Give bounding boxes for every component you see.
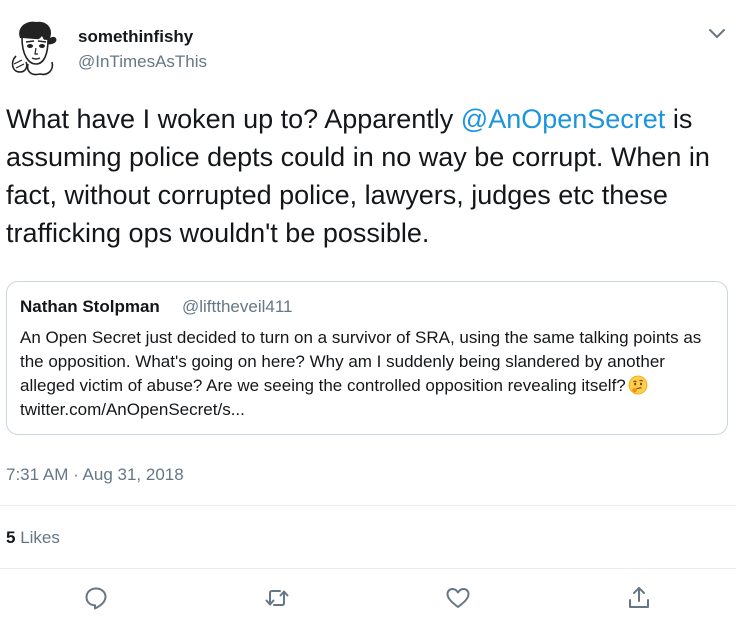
- author-handle[interactable]: @InTimesAsThis: [78, 52, 207, 72]
- mention-link[interactable]: @AnOpenSecret: [461, 104, 666, 134]
- quoted-tweet-link[interactable]: twitter.com/AnOpenSecret/s...: [20, 400, 245, 419]
- tweet-timestamp[interactable]: 7:31 AM · Aug 31, 2018: [6, 465, 184, 485]
- reply-button[interactable]: [80, 584, 112, 616]
- quoted-text-body: An Open Secret just decided to turn on a…: [20, 328, 702, 395]
- quoted-tweet-text: An Open Secret just decided to turn on a…: [20, 326, 710, 422]
- divider: [0, 505, 736, 506]
- reply-icon: [82, 584, 110, 617]
- author-display-name[interactable]: somethinfishy: [78, 27, 193, 47]
- divider: [0, 568, 736, 569]
- quoted-author-handle: @lifttheveil411: [182, 297, 293, 316]
- tweet-text: What have I woken up to? Apparently @AnO…: [6, 100, 730, 252]
- heart-icon: [444, 584, 472, 617]
- chevron-down-icon[interactable]: [707, 26, 727, 42]
- quoted-tweet-card[interactable]: Nathan Stolpman @lifttheveil411 An Open …: [6, 281, 728, 435]
- likes-count: 5: [6, 528, 16, 547]
- thinking-face-icon: [628, 375, 648, 395]
- avatar[interactable]: [6, 16, 62, 78]
- share-button[interactable]: [623, 584, 655, 616]
- share-icon: [625, 584, 653, 617]
- likes-label: Likes: [20, 528, 60, 547]
- retweet-button[interactable]: [261, 584, 293, 616]
- quoted-author-name: Nathan Stolpman: [20, 297, 160, 316]
- retweet-icon: [263, 584, 291, 617]
- like-button[interactable]: [442, 584, 474, 616]
- likes-count-link[interactable]: 5 Likes: [6, 528, 60, 548]
- tweet: somethinfishy @InTimesAsThis What have I…: [0, 0, 736, 629]
- tweet-text-before: What have I woken up to? Apparently: [6, 104, 461, 134]
